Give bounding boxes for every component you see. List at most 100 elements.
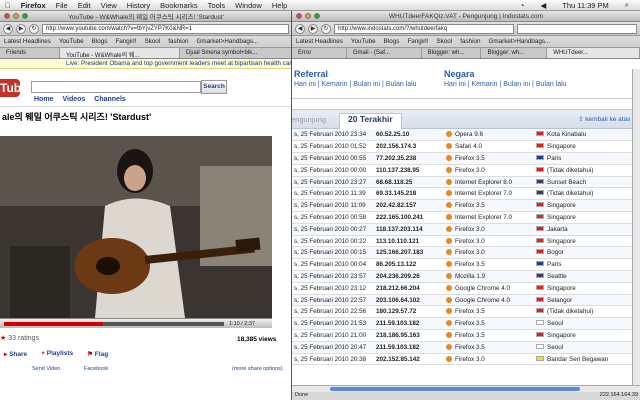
reload-icon[interactable]: ↻ [321, 23, 331, 34]
apple-icon[interactable]:  [0, 1, 16, 10]
visit-date: s, 25 Februari 2010 22:57 [292, 294, 374, 307]
close-button[interactable] [296, 13, 302, 19]
minimize-button[interactable] [305, 13, 311, 19]
scrollbar-thumb[interactable] [330, 387, 580, 391]
facebook-link[interactable]: Facebook [84, 366, 108, 372]
bn-flag-icon [536, 355, 544, 361]
bookmark-item[interactable]: Skool [432, 38, 456, 45]
reload-icon[interactable]: ↻ [29, 23, 39, 34]
forward-icon[interactable]: ▶ [16, 23, 26, 34]
bookmark-item[interactable]: Skool [140, 38, 164, 45]
horizontal-scrollbar[interactable] [292, 385, 640, 392]
browser-icon [446, 249, 452, 256]
bookmark-item[interactable]: Latest Headlines [0, 38, 55, 45]
vertical-scrollbar[interactable] [632, 69, 640, 385]
search-input[interactable] [31, 81, 201, 93]
clock[interactable]: Thu 11:39 PM [557, 1, 614, 10]
search-button[interactable]: Search [201, 80, 227, 94]
visitor-browser: Safari 4.0 [444, 140, 534, 154]
menu-file[interactable]: File [51, 1, 73, 10]
live-notice[interactable]: Live: President Obama and top government… [0, 59, 292, 69]
nav-videos[interactable]: Videos [62, 96, 85, 103]
bookmark-item[interactable]: fashion [456, 38, 484, 45]
send-video-link[interactable]: Send Video [32, 366, 60, 372]
tab-pengunjung[interactable]: Pengunjung [292, 115, 326, 124]
back-icon[interactable]: ◀ [3, 23, 13, 34]
tab-blogger-1[interactable]: Blogger: wh... [421, 48, 482, 58]
menu-bookmarks[interactable]: Bookmarks [155, 1, 203, 10]
share-button[interactable]: ▸ Share [4, 350, 27, 358]
sg-flag-icon [536, 237, 544, 243]
bookmark-item[interactable]: YouTube [55, 38, 88, 45]
visitor-browser-text: Firefox 3.5 [455, 331, 485, 339]
visitor-city-text: Paris [547, 261, 562, 269]
menu-window[interactable]: Window [230, 1, 267, 10]
window-title: WHUTdeerFAKQiz.VAT - Pengunjung | Indost… [388, 12, 544, 20]
visitor-browser: Opera 9.6 [444, 129, 534, 142]
arrow-up-icon: ⇧ [578, 116, 584, 123]
spotlight-icon[interactable]: ⌕ [620, 0, 634, 10]
visitor-browser-text: Internet Explorer 7.0 [455, 213, 513, 221]
bookmark-item[interactable]: fashion [164, 38, 192, 45]
flag-button[interactable]: ⚑ Flag [87, 350, 108, 358]
table-row: s, 25 Februari 2010 23:27 68.68.118.25 Int… [292, 176, 632, 189]
tab-friends[interactable]: Friends [0, 48, 60, 58]
table-row: s, 25 Februari 2010 11:39 69.33.145.218 In… [292, 187, 632, 201]
bookmark-item[interactable]: Blogs [380, 38, 404, 45]
visitor-browser: Firefox 3.5 [444, 199, 534, 213]
video-player[interactable] [0, 136, 272, 318]
visitor-browser-text: Google Chrome 4.0 [455, 296, 510, 304]
bookmark-item[interactable]: Latest Headlines [292, 38, 347, 45]
bookmark-item[interactable]: Gmarket>Handbags... [485, 38, 555, 45]
bookmark-item[interactable]: YouTube [347, 38, 380, 45]
wifi-icon[interactable]: ◔ [515, 1, 530, 10]
table-row: s, 25 Februari 2010 00:27 118.137.203.114… [292, 223, 632, 236]
referral-links[interactable]: Hari ini | Kemarin | Bulan ini | Bulan l… [294, 81, 417, 88]
visitor-city: Paris [534, 152, 632, 165]
tab-gmail[interactable]: Gmail - (Saf... [346, 48, 422, 58]
menu-history[interactable]: History [122, 1, 155, 10]
menu-view[interactable]: View [96, 1, 122, 10]
zoom-button[interactable] [22, 13, 28, 19]
address-bar[interactable]: http://www.youtube.com/watch?v=tbYjvZYP7… [42, 23, 289, 34]
more-share-link[interactable]: (more share options) [232, 366, 283, 372]
visitor-browser-text: Google Chrome 4.0 [455, 284, 510, 292]
tab-djual[interactable]: Djual Smena symbol+blk... [180, 48, 292, 58]
negara-links[interactable]: Hari ini | Kemarin | Bulan ini | Bulan l… [444, 81, 567, 88]
back-icon[interactable]: ◀ [295, 23, 305, 34]
progress-bar[interactable] [4, 322, 224, 326]
playlists-button[interactable]: + Playlists [41, 350, 73, 358]
tab-whutdeer[interactable]: WHUTdeer... [547, 48, 640, 58]
nav-toolbar: ◀ ▶ ↻ http://www.youtube.com/watch?v=tbY… [0, 22, 292, 36]
app-menu[interactable]: Firefox [16, 1, 51, 10]
google-search-input[interactable] [517, 23, 637, 34]
close-button[interactable] [4, 13, 10, 19]
menu-help[interactable]: Help [267, 1, 292, 10]
zoom-button[interactable] [314, 13, 320, 19]
visitor-ip: 77.202.35.238 [374, 152, 444, 165]
address-bar[interactable]: http://www.indostats.com/?/whutdeerfakq [334, 23, 514, 34]
tab-youtube[interactable]: YouTube - W&Whale의 웨... [60, 48, 180, 58]
menu-tools[interactable]: Tools [203, 1, 231, 10]
youtube-logo[interactable]: Tube [0, 79, 28, 97]
bookmark-item[interactable]: Blogs [88, 38, 112, 45]
tab-20-terakhir[interactable]: 20 Terakhir [339, 113, 402, 129]
menu-edit[interactable]: Edit [73, 1, 96, 10]
tab-error[interactable]: Error [292, 48, 347, 58]
visitor-ip: 180.129.57.72 [374, 305, 444, 319]
bookmark-item[interactable]: Fangirl! [111, 38, 140, 45]
forward-icon[interactable]: ▶ [308, 23, 318, 34]
nav-home[interactable]: Home [34, 96, 53, 103]
bookmark-item[interactable]: Fangirl! [403, 38, 432, 45]
tab-blogger-2[interactable]: Blogger: wh... [481, 48, 548, 58]
back-to-top-link[interactable]: ⇧ kembali ke atas [578, 115, 630, 123]
visit-date-text: s, 25 Februari 2010 00:15 [294, 249, 367, 257]
volume-icon[interactable]: ◀ [535, 1, 551, 10]
nav-channels[interactable]: Channels [94, 96, 126, 103]
visit-date-text: s, 25 Februari 2010 00:00 [294, 166, 367, 174]
share-icon: ▸ [4, 351, 8, 358]
visitor-city: Singapore [534, 140, 632, 154]
bookmark-item[interactable]: Gmarket>Handbags... [193, 38, 263, 45]
minimize-button[interactable] [13, 13, 19, 19]
table-row: s, 25 Februari 2010 00:58 222.165.100.241… [292, 211, 632, 224]
